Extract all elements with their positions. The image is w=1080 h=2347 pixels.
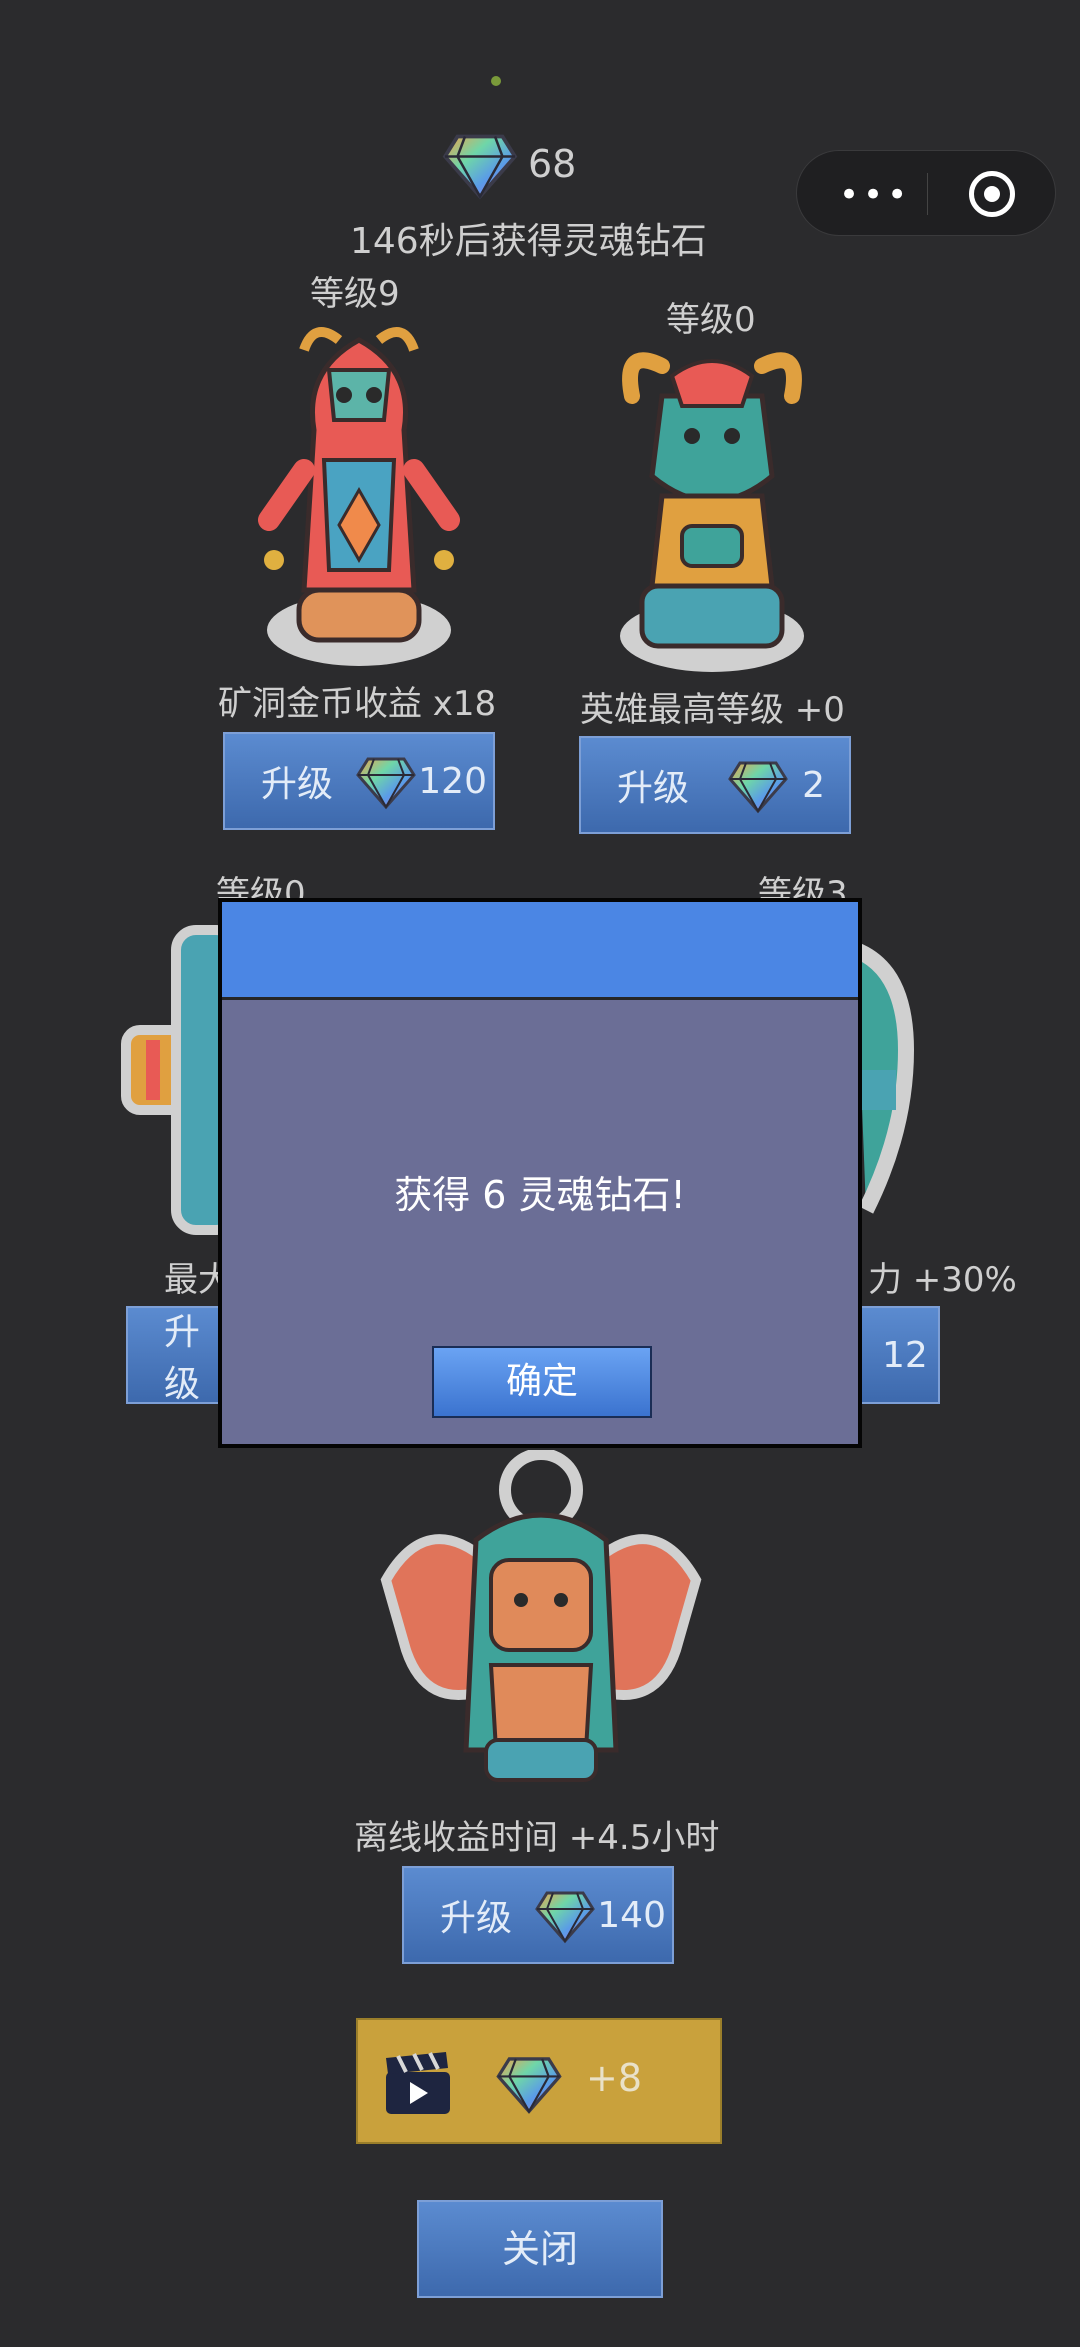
dialog-message: 获得 6 灵魂钻石! [394,1173,686,1217]
upgrade-label: 升级 [440,1898,513,1939]
upgrade-label: 升级 [617,768,690,809]
upgrade-label: 升级 [261,764,334,805]
totem-1-statue [244,310,474,670]
upgrade-label: 升级 [164,1312,201,1405]
upgrade-cost: 2 [802,764,825,806]
reward-dialog: 获得 6 灵魂钻石! 确定 [218,898,862,1448]
totem-4-upgrade-button[interactable]: 12 [858,1306,940,1404]
totem-2-level: 等级0 [666,300,756,340]
totem-1-effect: 矿洞金币收益 x18 [218,684,497,724]
mini-program-capsule: ••• [796,150,1056,236]
totem-2-upgrade-button[interactable]: 升级 2 [579,736,851,834]
soul-diamond-icon [354,749,418,813]
totem-1-level: 等级9 [310,274,400,314]
soul-diamond-icon [726,753,790,817]
dialog-header [222,902,858,1000]
close-button[interactable]: 关闭 [417,2200,663,2298]
more-dots-icon[interactable]: ••• [839,175,911,215]
soul-diamond-icon [440,124,520,204]
confirm-button[interactable]: 确定 [432,1346,652,1418]
totem-3-statue [116,910,226,1250]
totem-5-statue [366,1450,716,1800]
upgrade-cost: 120 [418,760,487,802]
totem-5-upgrade-button[interactable]: 升级 140 [402,1866,674,1964]
clapperboard-icon [386,2052,450,2114]
totem-2-statue [602,336,822,676]
totem-4-statue [856,910,916,1250]
video-reward-amount: +8 [586,2056,643,2100]
soul-diamond-icon [533,1883,597,1947]
diamond-balance: 68 [440,124,576,204]
totem-5-effect: 离线收益时间 +4.5小时 [354,1818,720,1858]
status-dot [491,76,501,86]
upgrade-cost: 12 [882,1334,928,1376]
upgrade-cost: 140 [597,1894,666,1936]
soul-diamond-icon [494,2048,564,2118]
watch-video-reward-button[interactable]: +8 [356,2018,722,2144]
totem-1-upgrade-button[interactable]: 升级 120 [223,732,495,830]
totem-2-effect: 英雄最高等级 +0 [580,690,845,730]
diamond-timer: 146秒后获得灵魂钻石 [350,221,707,262]
totem-4-effect: 力 +30% [868,1260,1017,1300]
totem-3-upgrade-button[interactable]: 升级 [126,1306,222,1405]
capsule-divider [927,173,928,215]
diamond-count: 68 [528,142,577,186]
target-icon[interactable] [969,171,1015,217]
